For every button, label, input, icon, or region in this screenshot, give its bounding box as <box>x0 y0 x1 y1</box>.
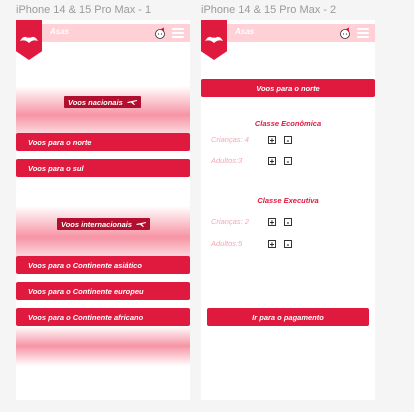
international-flights-label: Voos internacionais <box>57 218 150 230</box>
executive-children-plus-button[interactable]: + <box>268 218 276 227</box>
hello-kitty-bow-icon[interactable] <box>153 26 167 39</box>
international-flights-text: Voos internacionais <box>61 219 132 229</box>
north-flights-button[interactable]: Voos para o norte <box>16 133 190 151</box>
screen-north-booking: Asas Voos para o norte Classe Econômica … <box>201 20 375 400</box>
economy-adults-plus-button[interactable]: + <box>268 157 276 166</box>
africa-flights-button[interactable]: Voos para o Continente africano <box>16 308 190 326</box>
executive-adults-minus-button[interactable]: - <box>284 240 292 249</box>
brand-name: Asas <box>235 27 255 36</box>
economy-adults-label: Adultos:3 <box>211 156 243 165</box>
brand-name: Asas <box>50 27 70 36</box>
top-bar: Asas <box>16 24 190 42</box>
top-bar: Asas <box>201 24 375 42</box>
eagle-logo-icon <box>205 36 223 43</box>
economy-class-title: Classe Econômica <box>254 119 322 128</box>
hamburger-menu-icon[interactable] <box>172 28 184 38</box>
eagle-logo-icon <box>20 36 38 43</box>
executive-class-title: Classe Executiva <box>257 196 319 205</box>
bottom-glow <box>16 326 190 366</box>
destination-banner: Voos para o norte <box>201 79 375 97</box>
europe-flights-button[interactable]: Voos para o Continente europeu <box>16 282 190 300</box>
asia-flights-button[interactable]: Voos para o Continente asiático <box>16 256 190 274</box>
economy-children-plus-button[interactable]: + <box>268 136 276 145</box>
go-to-payment-button[interactable]: Ir para o pagamento <box>207 308 369 326</box>
airplane-icon <box>126 100 137 105</box>
national-flights-label: Voos nacionais <box>64 96 141 108</box>
economy-children-minus-button[interactable]: - <box>284 136 292 145</box>
executive-adults-plus-button[interactable]: + <box>268 240 276 249</box>
national-flights-text: Voos nacionais <box>68 97 123 107</box>
screen-home: Asas Voos nacionais Voos para o norte Vo… <box>16 20 190 400</box>
logo-badge[interactable] <box>201 20 227 60</box>
hamburger-menu-icon[interactable] <box>357 28 369 38</box>
executive-children-label: Crianças: 2 <box>211 217 249 226</box>
logo-badge[interactable] <box>16 20 42 60</box>
airplane-icon <box>136 222 146 227</box>
executive-children-minus-button[interactable]: - <box>284 218 292 227</box>
frame-title-1: iPhone 14 & 15 Pro Max - 1 <box>16 4 152 16</box>
hello-kitty-bow-icon[interactable] <box>338 26 352 39</box>
economy-adults-minus-button[interactable]: - <box>284 157 292 166</box>
executive-adults-label: Adultos:5 <box>211 239 243 248</box>
frame-title-2: iPhone 14 & 15 Pro Max - 2 <box>201 4 337 16</box>
economy-children-label: Crianças: 4 <box>211 135 249 144</box>
south-flights-button[interactable]: Voos para o sul <box>16 159 190 177</box>
